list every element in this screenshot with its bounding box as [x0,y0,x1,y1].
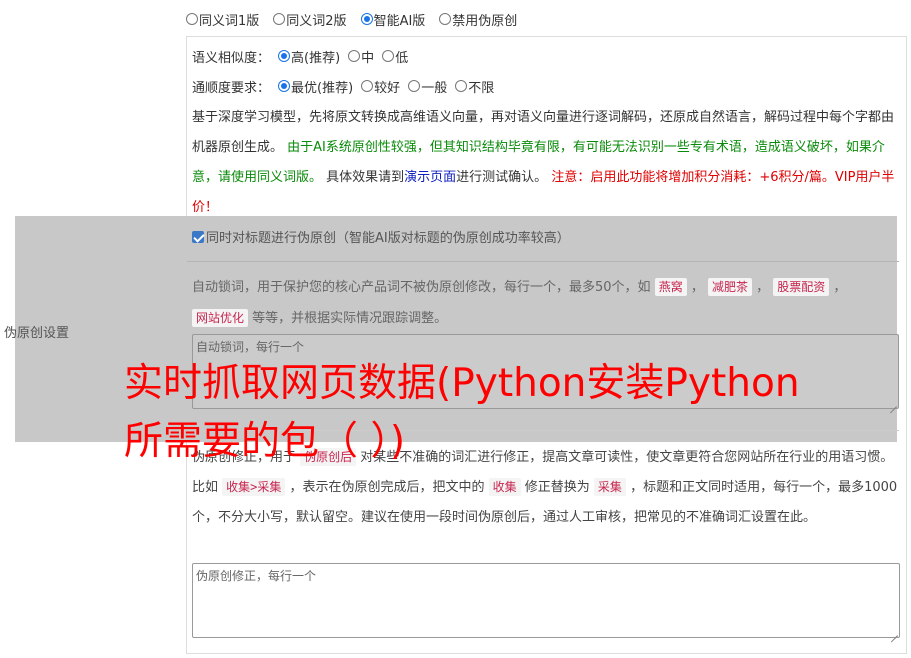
similarity-high[interactable]: 高(推荐) [278,47,340,66]
fluency-normal[interactable]: 一般 [408,77,447,96]
radio-selected-icon[interactable] [278,80,291,92]
radio-selected-icon[interactable] [360,13,373,25]
radio-icon[interactable] [408,80,421,92]
similarity-low[interactable]: 低 [382,47,408,66]
radio-selected-icon[interactable] [278,50,291,62]
divider [187,261,899,262]
fluency-best[interactable]: 最优(推荐) [278,77,353,96]
similarity-medium[interactable]: 中 [348,47,374,66]
lock-words-description: 自动锁词，用于保护您的核心产品词不被伪原创修改，每行一个，最多50个，如 燕窝 … [192,278,847,327]
demo-page-link[interactable]: 演示页面 [404,170,456,185]
similarity-row: 语义相似度： 高(推荐) 中 低 [192,45,408,67]
radio-icon[interactable] [273,13,286,25]
title-rewrite-option[interactable]: 同时对标题进行伪原创（智能AI版对标题的伪原创成功率较高） [192,227,570,246]
radio-icon[interactable] [439,13,452,25]
similarity-label: 语义相似度： [192,50,271,66]
resize-grip-icon[interactable] [890,628,898,636]
ai-description: 基于深度学习模型，先将原文转换成高维语义向量，再对语义向量进行逐词解码，还原成自… [192,110,895,215]
checkbox-checked-icon[interactable] [192,230,204,243]
fluency-good[interactable]: 较好 [361,77,400,96]
mode-option-synonym-2[interactable]: 同义词2版 [273,10,347,29]
radio-icon[interactable] [186,13,198,25]
radio-icon[interactable] [348,50,361,62]
radio-icon[interactable] [455,80,468,92]
corrections-textarea[interactable]: 伪原创修正，每行一个 [192,563,900,638]
fluency-label: 通顺度要求： [192,80,271,96]
article-headline: 实时抓取网页数据(Python安装Python所需要的包（ ）) [124,361,800,464]
radio-icon[interactable] [382,50,395,62]
mode-option-ai[interactable]: 智能AI版 [360,10,425,29]
section-label: 伪原创设置 [4,326,70,341]
mode-option-synonym-1[interactable]: 同义词1版 [186,10,259,29]
resize-grip-icon[interactable] [889,399,897,407]
radio-icon[interactable] [361,80,374,92]
mode-radio-group: 同义词1版 同义词2版 智能AI版 禁用伪原创 [186,9,517,29]
fluency-unlimited[interactable]: 不限 [455,77,494,96]
fluency-row: 通顺度要求： 最优(推荐) 较好 一般 不限 [192,75,494,97]
mode-option-disable[interactable]: 禁用伪原创 [439,10,517,29]
